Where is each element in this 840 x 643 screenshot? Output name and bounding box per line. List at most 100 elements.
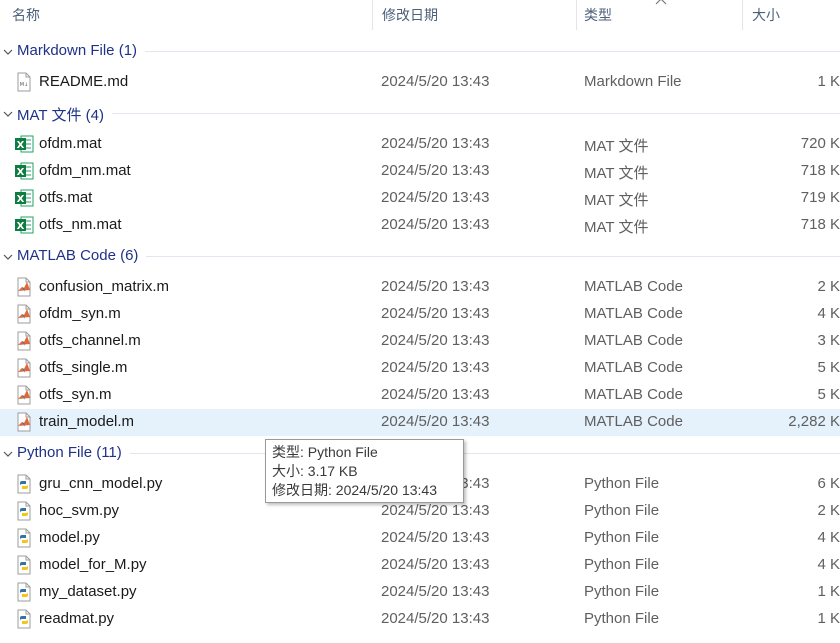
file-date: 2024/5/20 13:43 bbox=[381, 162, 490, 179]
file-row[interactable]: Xotfs.mat 2024/5/20 13:43 MAT 文件 719 K bbox=[0, 185, 840, 212]
python-file-icon bbox=[14, 501, 34, 521]
file-date: 2024/5/20 13:43 bbox=[381, 502, 490, 519]
file-size: 1 K bbox=[817, 73, 840, 90]
file-name: ofdm_syn.m bbox=[39, 305, 121, 322]
matlab-file-icon bbox=[14, 304, 34, 324]
file-size: 718 K bbox=[800, 162, 840, 179]
group-divider bbox=[145, 51, 840, 52]
file-row[interactable]: otfs_channel.m 2024/5/20 13:43 MATLAB Code… bbox=[0, 328, 840, 355]
chevron-down-icon[interactable] bbox=[3, 449, 13, 459]
python-file-icon bbox=[14, 474, 34, 494]
file-type: MAT 文件 bbox=[584, 165, 649, 182]
file-name: my_dataset.py bbox=[39, 583, 137, 600]
file-type: Python File bbox=[584, 610, 660, 627]
file-name: ofdm.mat bbox=[39, 135, 102, 152]
markdown-file-icon: M↓ bbox=[14, 72, 34, 92]
file-type: MATLAB Code bbox=[584, 305, 683, 322]
file-row[interactable]: confusion_matrix.m 2024/5/20 13:43 MATLAB … bbox=[0, 274, 840, 301]
file-size: 2 K bbox=[817, 278, 840, 295]
group-header[interactable]: MAT 文件 (4) bbox=[0, 100, 840, 127]
sort-arrow-icon bbox=[655, 0, 667, 5]
svg-text:X: X bbox=[17, 194, 25, 205]
group-header[interactable]: MATLAB Code (6) bbox=[0, 243, 840, 270]
file-size: 5 K bbox=[817, 359, 840, 376]
file-size: 4 K bbox=[817, 305, 840, 322]
file-row-selected[interactable]: train_model.m 2024/5/20 13:43 MATLAB Code 2… bbox=[0, 409, 840, 436]
file-name: otfs_channel.m bbox=[39, 332, 141, 349]
python-file-icon bbox=[14, 582, 34, 602]
file-date: 2024/5/20 13:43 bbox=[381, 413, 490, 430]
file-type: Python File bbox=[584, 556, 660, 573]
column-header: 名称 修改日期 类型 大小 bbox=[0, 0, 840, 30]
file-row[interactable]: ofdm_syn.m 2024/5/20 13:43 MATLAB Code 4 K bbox=[0, 301, 840, 328]
file-row[interactable]: my_dataset.py 2024/5/20 13:43 Python File 1… bbox=[0, 579, 840, 606]
python-file-icon bbox=[14, 609, 34, 629]
file-name: otfs.mat bbox=[39, 189, 93, 206]
group-title: Python File (11) bbox=[17, 444, 122, 461]
file-type: Python File bbox=[584, 583, 660, 600]
file-row[interactable]: M↓ README.md 2024/5/20 13:43 Markdown File 1… bbox=[0, 69, 840, 96]
group-header[interactable]: Markdown File (1) bbox=[0, 38, 840, 65]
file-name: confusion_matrix.m bbox=[39, 278, 170, 295]
file-date: 2024/5/20 13:43 bbox=[381, 73, 490, 90]
matlab-file-icon bbox=[14, 331, 34, 351]
file-size: 1 K bbox=[817, 610, 840, 627]
file-size: 718 K bbox=[800, 216, 840, 233]
file-date: 2024/5/20 13:43 bbox=[381, 386, 490, 403]
file-name: model.py bbox=[39, 529, 100, 546]
file-name: README.md bbox=[39, 73, 129, 90]
excel-mat-file-icon: X bbox=[14, 188, 34, 208]
file-row[interactable]: otfs_syn.m 2024/5/20 13:43 MATLAB Code 5 K bbox=[0, 382, 840, 409]
excel-mat-file-icon: X bbox=[14, 161, 34, 181]
svg-text:M↓: M↓ bbox=[20, 82, 29, 88]
group-title: Markdown File (1) bbox=[17, 42, 138, 59]
file-size: 3 K bbox=[817, 332, 840, 349]
file-type: MATLAB Code bbox=[584, 332, 683, 349]
group-divider bbox=[130, 453, 840, 454]
group-divider bbox=[112, 113, 840, 114]
file-date: 2024/5/20 13:43 bbox=[381, 305, 490, 322]
file-name: ofdm_nm.mat bbox=[39, 162, 131, 179]
file-type: Python File bbox=[584, 502, 660, 519]
file-row[interactable]: Xofdm.mat 2024/5/20 13:43 MAT 文件 720 K bbox=[0, 131, 840, 158]
file-row[interactable]: readmat.py 2024/5/20 13:43 Python File 1 K bbox=[0, 606, 840, 633]
file-type: MATLAB Code bbox=[584, 359, 683, 376]
svg-text:X: X bbox=[17, 167, 25, 178]
file-date: 2024/5/20 13:43 bbox=[381, 359, 490, 376]
file-row[interactable]: Xotfs_nm.mat 2024/5/20 13:43 MAT 文件 718 K bbox=[0, 212, 840, 239]
file-size: 719 K bbox=[800, 189, 840, 206]
matlab-file-icon bbox=[14, 277, 34, 297]
excel-mat-file-icon: X bbox=[14, 215, 34, 235]
file-row[interactable]: model_for_M.py 2024/5/20 13:43 Python File… bbox=[0, 552, 840, 579]
file-info-tooltip: 类型: Python File 大小: 3.17 KB 修改日期: 2024/5… bbox=[265, 439, 464, 503]
file-row[interactable]: model.py 2024/5/20 13:43 Python File 4 K bbox=[0, 525, 840, 552]
file-date: 2024/5/20 13:43 bbox=[381, 610, 490, 627]
file-date: 2024/5/20 13:43 bbox=[381, 583, 490, 600]
file-type: Markdown File bbox=[584, 73, 682, 90]
file-type: MAT 文件 bbox=[584, 192, 649, 209]
tooltip-type: 类型: Python File bbox=[272, 444, 378, 460]
column-header-date[interactable]: 修改日期 bbox=[370, 0, 576, 30]
matlab-file-icon bbox=[14, 412, 34, 432]
file-name: otfs_nm.mat bbox=[39, 216, 122, 233]
file-size: 5 K bbox=[817, 386, 840, 403]
file-row[interactable]: otfs_single.m 2024/5/20 13:43 MATLAB Code 5… bbox=[0, 355, 840, 382]
file-size: 4 K bbox=[817, 529, 840, 546]
chevron-down-icon[interactable] bbox=[3, 47, 13, 57]
file-name: gru_cnn_model.py bbox=[39, 475, 163, 492]
file-date: 2024/5/20 13:43 bbox=[381, 529, 490, 546]
file-size: 1 K bbox=[817, 583, 840, 600]
file-name: otfs_syn.m bbox=[39, 386, 112, 403]
chevron-down-icon[interactable] bbox=[3, 109, 13, 119]
chevron-down-icon[interactable] bbox=[3, 252, 13, 262]
file-size: 4 K bbox=[817, 556, 840, 573]
file-row[interactable]: Xofdm_nm.mat 2024/5/20 13:43 MAT 文件 718 K bbox=[0, 158, 840, 185]
column-header-size[interactable]: 大小 bbox=[740, 0, 840, 30]
tooltip-size: 大小: 3.17 KB bbox=[272, 463, 358, 479]
file-type: MATLAB Code bbox=[584, 278, 683, 295]
column-header-name[interactable]: 名称 bbox=[0, 0, 372, 30]
file-type: MATLAB Code bbox=[584, 413, 683, 430]
group-divider bbox=[146, 256, 840, 257]
file-type: MAT 文件 bbox=[584, 138, 649, 155]
python-file-icon bbox=[14, 528, 34, 548]
